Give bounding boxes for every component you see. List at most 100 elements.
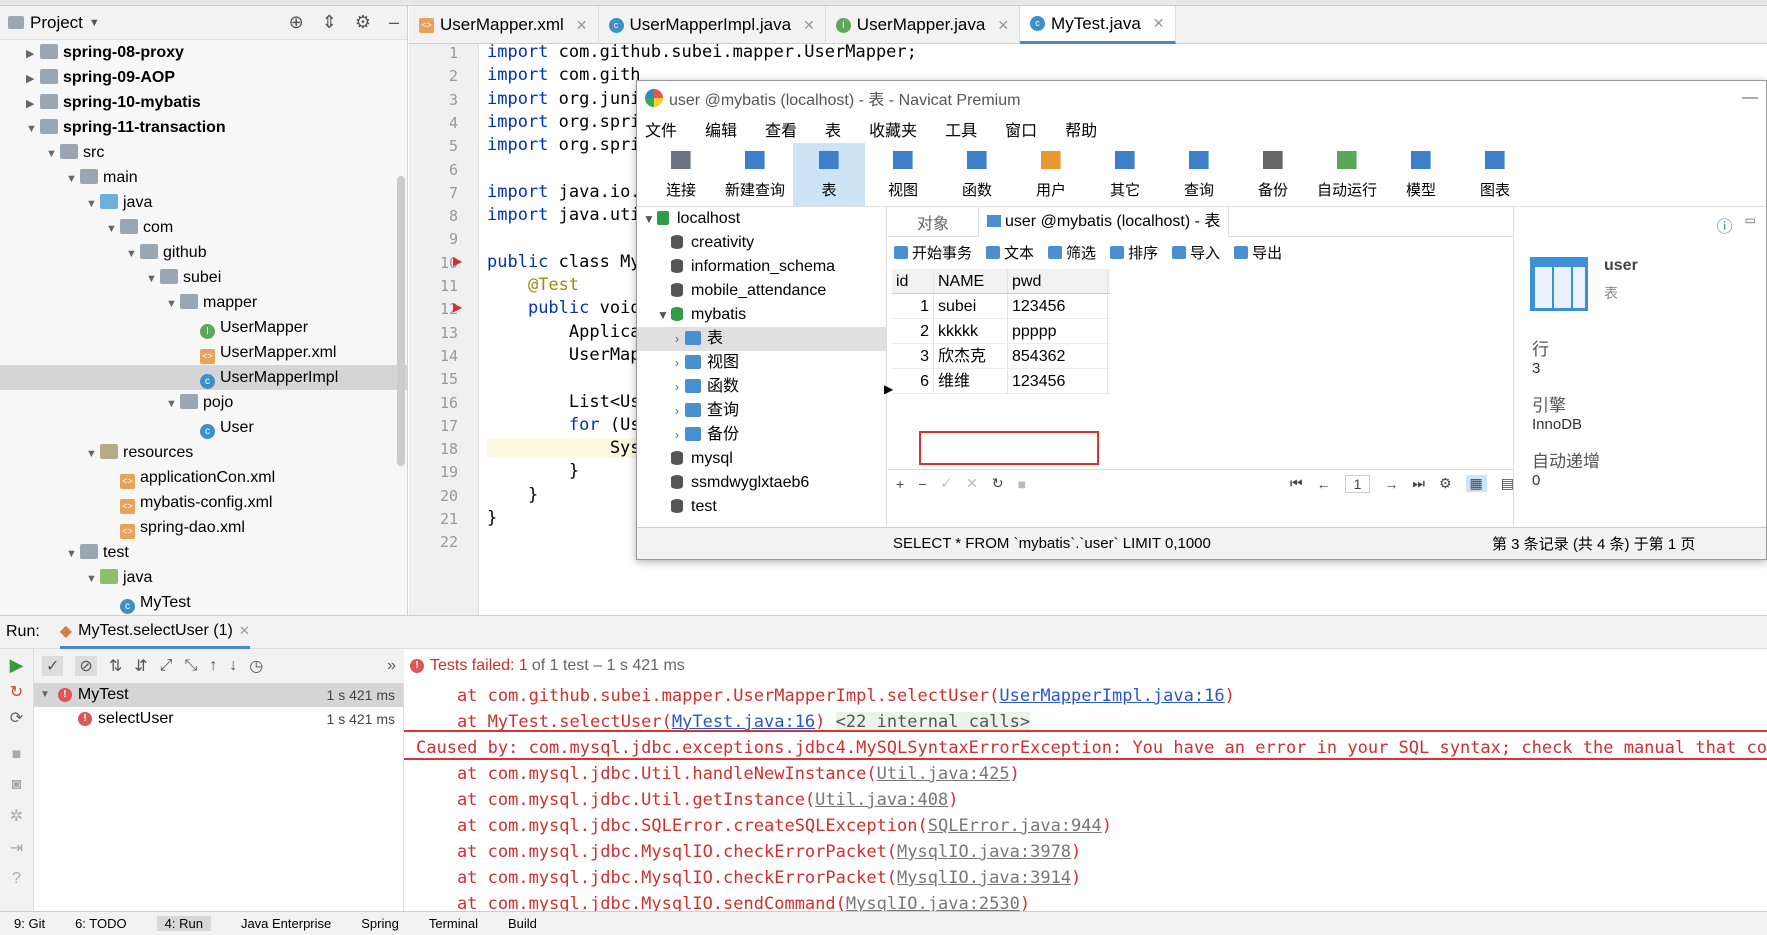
action-import[interactable]: 导入 bbox=[1172, 242, 1220, 263]
action-sort[interactable]: 排序 bbox=[1110, 242, 1158, 263]
tree-item-spring-11-transaction[interactable]: ▼ spring-11-transaction bbox=[0, 115, 407, 140]
tab-usermapperimpl-java[interactable]: c UserMapperImpl.java ✕ bbox=[599, 6, 826, 44]
chevron-down-icon[interactable]: ▼ bbox=[40, 683, 50, 707]
ddl-icon[interactable]: ▭ bbox=[1745, 213, 1756, 237]
run-config-tab[interactable]: ◆ MyTest.selectUser (1) ✕ bbox=[59, 615, 250, 649]
grid-cell[interactable]: 123456 bbox=[1008, 369, 1108, 393]
discard-icon[interactable]: ✕ bbox=[966, 475, 978, 492]
nav-tree-information-schema[interactable]: information_schema bbox=[637, 255, 886, 279]
chevron-right-icon[interactable]: › bbox=[669, 399, 685, 423]
console-output[interactable]: at com.github.subei.mapper.UserMapperImp… bbox=[404, 683, 1767, 911]
apply-icon[interactable]: ✓ bbox=[940, 475, 952, 492]
action-filter[interactable]: 筛选 bbox=[1048, 242, 1096, 263]
run-test-icon[interactable]: ▶ bbox=[453, 300, 462, 314]
rerun-failed-icon[interactable]: ↻ bbox=[0, 682, 33, 702]
close-icon[interactable]: ✕ bbox=[1153, 15, 1165, 32]
grid-cell[interactable]: kkkkk bbox=[934, 319, 1008, 343]
chevron-down-icon[interactable]: ▼ bbox=[86, 192, 100, 217]
chevron-right-icon[interactable]: ▶ bbox=[26, 42, 40, 67]
rerun-icon[interactable]: ▶ bbox=[0, 655, 33, 676]
tab-usermapper-java[interactable]: I UserMapper.java ✕ bbox=[826, 6, 1021, 44]
grid-cell[interactable]: 123456 bbox=[1008, 294, 1108, 318]
chevron-down-icon[interactable]: ▼ bbox=[166, 292, 180, 317]
chevron-down-icon[interactable]: ▼ bbox=[89, 17, 100, 29]
nav-tree-mobile-attendance[interactable]: mobile_attendance bbox=[637, 279, 886, 303]
toolwindow-terminal[interactable]: Terminal bbox=[429, 916, 478, 931]
nav-tree-item[interactable]: › 备份 bbox=[637, 423, 886, 447]
close-icon[interactable]: ✕ bbox=[576, 17, 588, 34]
tree-item-spring-10-mybatis[interactable]: ▶ spring-10-mybatis bbox=[0, 90, 407, 115]
tree-item-test[interactable]: ▼ test bbox=[0, 540, 407, 565]
tree-item-com[interactable]: ▼ com bbox=[0, 215, 407, 240]
stacktrace-link[interactable]: UserMapperImpl.java:16 bbox=[999, 686, 1224, 706]
next-page-icon[interactable]: → bbox=[1384, 476, 1398, 492]
toolbar-function[interactable]: 函数 bbox=[941, 143, 1013, 206]
toolbar-backup[interactable]: 备份 bbox=[1237, 143, 1309, 206]
menu-4[interactable]: 收藏夹 bbox=[869, 117, 917, 141]
tab-mytest-java[interactable]: c MyTest.java ✕ bbox=[1020, 6, 1176, 44]
more-icon[interactable]: » bbox=[387, 657, 396, 675]
help-icon[interactable]: ? bbox=[0, 870, 33, 888]
table-row[interactable]: 3 欣杰克 854362 bbox=[892, 344, 1110, 369]
toolwindow-build[interactable]: Build bbox=[508, 916, 537, 931]
column-header-id[interactable]: id bbox=[892, 269, 934, 293]
camera-icon[interactable]: ◙ bbox=[0, 776, 33, 794]
minimize-icon[interactable]: — bbox=[1742, 89, 1758, 107]
page-number[interactable]: 1 bbox=[1344, 474, 1371, 493]
tree-item-mytest[interactable]: c MyTest bbox=[0, 590, 407, 615]
close-icon[interactable]: ✕ bbox=[239, 623, 250, 639]
delete-record-icon[interactable]: − bbox=[918, 476, 926, 492]
grid-cell[interactable]: 2 bbox=[892, 319, 934, 343]
toolbar-new-query[interactable]: 新建查询 bbox=[719, 143, 791, 206]
minimize-icon[interactable]: – bbox=[389, 12, 399, 33]
chevron-down-icon[interactable]: ▼ bbox=[26, 117, 40, 142]
action-transaction[interactable]: 开始事务 bbox=[894, 242, 972, 263]
chevron-down-icon[interactable]: ▼ bbox=[86, 567, 100, 592]
chevron-down-icon[interactable]: ▼ bbox=[66, 542, 80, 567]
data-grid[interactable]: id NAME pwd 1 subei 123456 2 kkkkk ppppp 3 欣杰克 854… bbox=[884, 269, 1110, 465]
grid-cell[interactable]: 3 bbox=[892, 344, 934, 368]
test-node-selectuser[interactable]: ! selectUser 1 s 421 ms bbox=[34, 707, 403, 731]
sort-duration-icon[interactable]: ⇵ bbox=[134, 656, 147, 676]
nav-tree-test[interactable]: test bbox=[637, 495, 886, 519]
chevron-down-icon[interactable]: ▼ bbox=[126, 242, 140, 267]
tree-item-usermapper-xml[interactable]: <> UserMapper.xml bbox=[0, 340, 407, 365]
tree-item-usermapper[interactable]: I UserMapper bbox=[0, 315, 407, 340]
chevron-right-icon[interactable]: › bbox=[669, 375, 685, 399]
stacktrace-link[interactable]: Util.java:408 bbox=[815, 790, 948, 810]
tree-item-spring-09-aop[interactable]: ▶ spring-09-AOP bbox=[0, 65, 407, 90]
tab-usermapper-xml[interactable]: <> UserMapper.xml ✕ bbox=[409, 6, 599, 44]
chevron-down-icon[interactable]: ▼ bbox=[641, 207, 657, 231]
next-failed-icon[interactable]: ↓ bbox=[229, 657, 237, 675]
menu-6[interactable]: 窗口 bbox=[1005, 117, 1037, 141]
stacktrace-link[interactable]: SQLError.java:944 bbox=[928, 816, 1102, 836]
toolwindow-4-run[interactable]: 4: Run bbox=[156, 916, 211, 931]
close-icon[interactable]: ✕ bbox=[803, 17, 815, 34]
tree-item-user[interactable]: c User bbox=[0, 415, 407, 440]
first-page-icon[interactable]: ⏮ bbox=[1290, 475, 1303, 492]
tree-item-applicationcon-xml[interactable]: <> applicationCon.xml bbox=[0, 465, 407, 490]
toolbar-tools[interactable]: 其它 bbox=[1089, 143, 1161, 206]
collapse-all-icon[interactable]: ⇕ bbox=[322, 12, 337, 33]
grid-cell[interactable]: 854362 bbox=[1008, 344, 1108, 368]
grid-cell[interactable]: 欣杰克 bbox=[934, 344, 1008, 368]
stacktrace-link[interactable]: MysqlIO.java:2530 bbox=[846, 894, 1020, 911]
nav-tree-item[interactable]: › 表 bbox=[637, 327, 886, 351]
grid-cell[interactable]: 维维 bbox=[934, 369, 1008, 393]
nav-tree-item[interactable]: › 查询 bbox=[637, 399, 886, 423]
action-text[interactable]: 文本 bbox=[986, 242, 1034, 263]
toolbar-view[interactable]: 视图 bbox=[867, 143, 939, 206]
menu-3[interactable]: 表 bbox=[825, 117, 841, 141]
toggle-auto-test-icon[interactable]: ⟳ bbox=[0, 708, 33, 728]
tree-item-main[interactable]: ▼ main bbox=[0, 165, 407, 190]
settings-icon[interactable]: ⚙ bbox=[1439, 475, 1452, 492]
stacktrace-link[interactable]: MyTest.java:16 bbox=[672, 712, 815, 732]
sort-alpha-icon[interactable]: ⇅ bbox=[109, 656, 122, 676]
menu-5[interactable]: 工具 bbox=[945, 117, 977, 141]
show-passed-icon[interactable]: ✓ bbox=[42, 656, 64, 676]
menu-0[interactable]: 文件 bbox=[645, 117, 677, 141]
toolwindow-java-enterprise[interactable]: Java Enterprise bbox=[241, 916, 331, 931]
gear-icon[interactable]: ⚙ bbox=[355, 12, 371, 33]
exit-icon[interactable]: ⇥ bbox=[0, 838, 33, 858]
column-header-pwd[interactable]: pwd bbox=[1008, 269, 1108, 293]
